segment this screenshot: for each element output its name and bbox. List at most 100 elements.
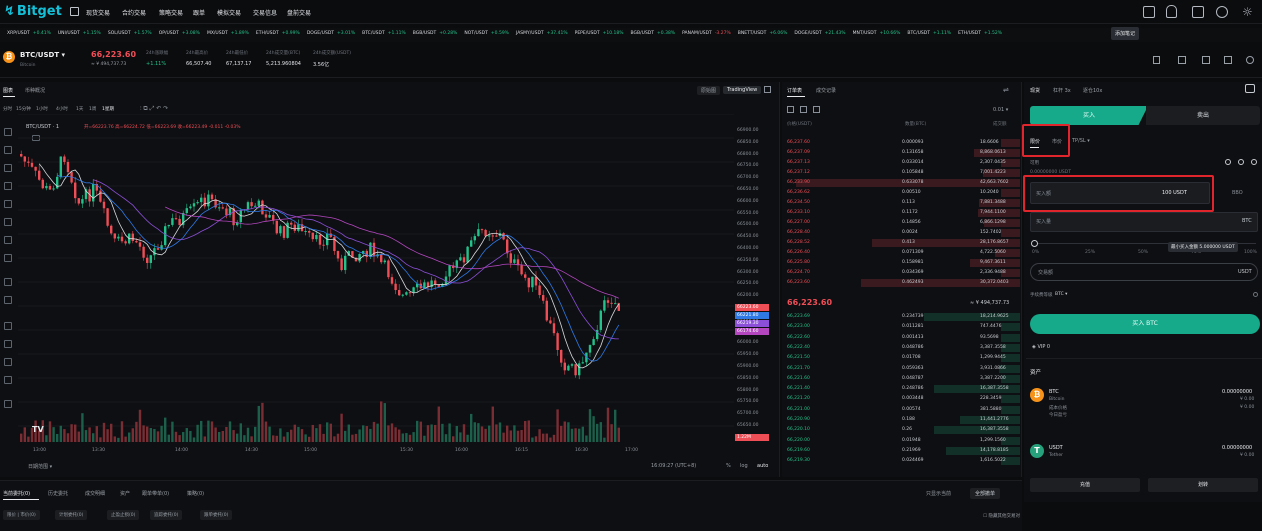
magnet-icon[interactable]: [4, 322, 12, 330]
ruler-icon[interactable]: [4, 278, 12, 286]
orders-tab-5[interactable]: 策略(0): [187, 490, 204, 497]
tab-margin-isolated[interactable]: 逐仓10x: [1083, 87, 1102, 94]
ticker-item[interactable]: SOL/USDT +1.57%: [108, 31, 152, 36]
ticker-item[interactable]: XRP/USDT +0.41%: [7, 31, 51, 36]
globe-icon[interactable]: [1216, 6, 1228, 18]
nav-item[interactable]: 跟单: [193, 8, 205, 17]
layout-icon[interactable]: [1178, 56, 1186, 64]
bid-row[interactable]: 66,221.20 0.003448 228.3459: [784, 394, 1020, 404]
bid-row[interactable]: 66,222.60 0.001413 93.5698: [784, 333, 1020, 343]
ticker-item[interactable]: BGB/USDT +0.38%: [631, 31, 676, 36]
fullscreen-icon[interactable]: [1224, 56, 1232, 64]
ticker-item[interactable]: UNI/USDT +1.15%: [58, 31, 101, 36]
ticker-item[interactable]: BTC/USDT +1.11%: [907, 31, 951, 36]
interval-4[interactable]: 1天: [76, 106, 83, 112]
slider-mark[interactable]: 25%: [1085, 250, 1095, 255]
orders-tab-2[interactable]: 成交明细: [85, 490, 105, 497]
order-filter-1[interactable]: 计划委托(0): [55, 510, 88, 520]
ask-row[interactable]: 66,233.90 0.633078 42,663.7602: [784, 178, 1020, 188]
ticker-item[interactable]: PEPE/USDT +10.18%: [575, 31, 624, 36]
slider-mark[interactable]: 0%: [1032, 250, 1039, 255]
theme-sun-icon[interactable]: ☼: [1242, 5, 1253, 19]
user-icon[interactable]: [1166, 5, 1177, 18]
pen-icon[interactable]: [4, 200, 12, 208]
nav-item[interactable]: 合约交易: [122, 8, 146, 17]
bid-row[interactable]: 66,221.50 0.01708 1,299.9445: [784, 353, 1020, 363]
trash-icon[interactable]: [4, 376, 12, 384]
ask-row[interactable]: 66,233.10 0.1172 7,944.1100: [784, 208, 1020, 218]
view-tradingview[interactable]: TradingView: [723, 86, 762, 94]
lock-icon[interactable]: [4, 340, 12, 348]
bid-row[interactable]: 66,219.60 0.21969 14,178.8185: [784, 446, 1020, 456]
sell-side-button[interactable]: 卖出: [1146, 106, 1260, 125]
ticker-item[interactable]: BNETT/USDT +6.06%: [738, 31, 788, 36]
ask-row[interactable]: 66,226.40 0.071309 4,722.5060: [784, 248, 1020, 258]
ticker-item[interactable]: MX/USDT +1.89%: [207, 31, 249, 36]
ask-row[interactable]: 66,237.13 0.033014 2,307.0435: [784, 158, 1020, 168]
bid-row[interactable]: 66,221.40 0.248786 16,387.3558: [784, 384, 1020, 394]
tab-spot[interactable]: 现货: [1030, 87, 1040, 94]
ticker-item[interactable]: BGB/USDT +0.28%: [413, 31, 458, 36]
deposit-button[interactable]: 充值: [1030, 478, 1140, 492]
cancel-all-button[interactable]: 全部撤单: [970, 488, 1001, 499]
buy-qty-input[interactable]: [1030, 212, 1258, 232]
brand-logo[interactable]: ↯ Bitget: [4, 4, 62, 19]
bid-row[interactable]: 66,221.60 0.048787 3,387.2200: [784, 374, 1020, 384]
ob-view-asks-icon[interactable]: [813, 106, 820, 113]
bid-row[interactable]: 66,223.69 0.234739 18,214.9625: [784, 312, 1020, 322]
text-icon[interactable]: [4, 218, 12, 226]
nav-item[interactable]: 交易信息: [253, 8, 277, 17]
transfer-icon[interactable]: [1251, 159, 1257, 165]
ask-row[interactable]: 66,224.70 0.034369 2,336.9488: [784, 268, 1020, 278]
ask-row[interactable]: 66,237.60 0.000093 18.6606: [784, 138, 1020, 148]
view-original[interactable]: 原始图: [697, 86, 721, 95]
ob-settings-icon[interactable]: ⇌: [1003, 86, 1009, 94]
deposit-icon[interactable]: [1238, 159, 1244, 165]
ticker-item[interactable]: ETH/USDT +1.52%: [958, 31, 1002, 36]
ask-row[interactable]: 66,227.00 0.14856 6,866.1298: [784, 218, 1020, 228]
order-filter-0[interactable]: 限价 | 市价(0): [3, 510, 40, 520]
nav-item[interactable]: 现货交易: [86, 8, 110, 17]
order-type-tpsl[interactable]: TP/SL ▾: [1072, 138, 1090, 144]
transfer-button[interactable]: 划转: [1148, 478, 1258, 492]
chart-expand-icon[interactable]: [764, 86, 771, 93]
orders-tab-4[interactable]: 跟单带单(0): [142, 490, 169, 497]
ticker-item[interactable]: BTC/USDT +1.11%: [362, 31, 406, 36]
interval-1[interactable]: 15分钟: [16, 106, 31, 112]
ob-precision[interactable]: 0.01 ▾: [993, 107, 1008, 113]
ob-view-both-icon[interactable]: [787, 106, 794, 113]
total-input[interactable]: [1030, 263, 1258, 281]
hide-other-pairs[interactable]: ☐ 隐藏其他交易对: [983, 513, 1020, 519]
ticker-item[interactable]: JASMY/USDT +37.41%: [516, 31, 568, 36]
order-filter-4[interactable]: 跟单委托(0): [200, 510, 233, 520]
interval-5[interactable]: 1周: [89, 106, 96, 112]
ask-row[interactable]: 66,225.80 0.158981 9,467.3611: [784, 258, 1020, 268]
current-only-toggle[interactable]: 只显示当前: [926, 490, 951, 497]
log-toggle[interactable]: log: [740, 463, 748, 469]
interval-2[interactable]: 1小时: [36, 106, 48, 112]
pattern-icon[interactable]: [4, 236, 12, 244]
ask-row[interactable]: 66,236.62 0.00510 10.2040: [784, 188, 1020, 198]
ticker-item[interactable]: DOGE/USDT +21.43%: [794, 31, 845, 36]
ask-row[interactable]: 66,237.12 0.105848 7,001.4223: [784, 168, 1020, 178]
date-range-button[interactable]: 日期范围 ▾: [28, 463, 52, 470]
calculator-icon[interactable]: [1245, 84, 1255, 93]
ask-row[interactable]: 66,228.40 0.0024 152.7402: [784, 228, 1020, 238]
nav-item[interactable]: 模拟交易: [217, 8, 241, 17]
orders-tab-1[interactable]: 历史委托: [48, 490, 68, 497]
order-filter-2[interactable]: 止盈止损(0): [107, 510, 140, 520]
ticker-item[interactable]: OP/USDT +3.08%: [159, 31, 200, 36]
tab-chart[interactable]: 图表: [3, 87, 13, 94]
order-filter-3[interactable]: 追踪委托(0): [150, 510, 183, 520]
fee-info-icon[interactable]: [1253, 292, 1258, 297]
percent-toggle[interactable]: %: [726, 463, 731, 469]
eye-icon[interactable]: [4, 358, 12, 366]
document-icon[interactable]: [1192, 6, 1204, 18]
tab-orderbook[interactable]: 订单表: [787, 87, 802, 94]
bid-row[interactable]: 66,220.90 0.188 11,441.2776: [784, 415, 1020, 425]
ask-row[interactable]: 66,223.60 0.462493 30,372.0403: [784, 278, 1020, 288]
bid-row[interactable]: 66,223.00 0.011281 747.4476: [784, 322, 1020, 332]
ask-row[interactable]: 66,234.50 0.113 7,881.3488: [784, 198, 1020, 208]
slider-mark[interactable]: 100%: [1244, 250, 1257, 255]
buy-side-button[interactable]: 买入: [1030, 106, 1148, 125]
